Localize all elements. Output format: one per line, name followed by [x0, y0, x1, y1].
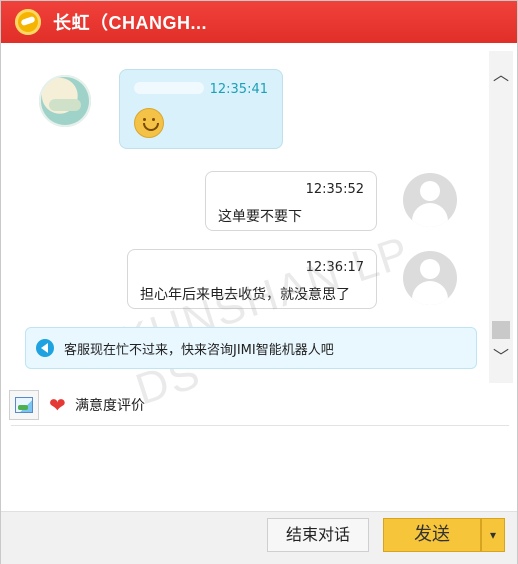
agent-message-bubble: 12:35:41 [119, 69, 283, 149]
title-bar: 长虹（CHANGH... [1, 1, 517, 43]
chat-scrollbar[interactable]: ︿ ﹀ [489, 51, 513, 383]
watermark: KUNSHAN LP DS [114, 227, 416, 415]
satisfaction-rating-link[interactable]: 满意度评价 [75, 395, 145, 415]
send-options-button[interactable]: ▾ [481, 518, 505, 552]
scroll-thumb[interactable] [492, 321, 510, 339]
user-message-bubble: 12:35:52 这单要不要下 [205, 171, 377, 231]
redacted-name [134, 82, 204, 94]
chat-toolbar: ❤ 满意度评价 [9, 389, 509, 421]
scroll-up-button[interactable]: ︿ [489, 63, 513, 87]
send-button[interactable]: 发送 [383, 518, 481, 552]
scroll-down-button[interactable]: ﹀ [489, 345, 513, 369]
heart-icon[interactable]: ❤ [49, 395, 69, 415]
bottom-bar: 结束对话 发送 ▾ [1, 511, 517, 564]
logo-icon [15, 9, 41, 35]
smiley-icon [134, 108, 164, 138]
chat-window: 长虹（CHANGH... 12:35:41 12:35:52 这单要不要下 12… [0, 0, 518, 564]
image-icon [15, 397, 33, 413]
message-input[interactable] [11, 425, 509, 512]
speaker-icon [36, 339, 54, 357]
end-chat-button[interactable]: 结束对话 [267, 518, 369, 552]
chat-history[interactable]: 12:35:41 12:35:52 这单要不要下 12:36:17 担心年后来电… [11, 51, 489, 414]
window-title: 长虹（CHANGH... [53, 13, 207, 33]
message-time: 12:35:52 [305, 182, 364, 197]
agent-avatar [39, 75, 91, 127]
insert-image-button[interactable] [9, 390, 39, 420]
message-time: 12:35:41 [209, 82, 268, 97]
notice-text: 客服现在忙不过来，快来咨询JIMI智能机器人吧 [64, 342, 334, 358]
system-notice: 客服现在忙不过来，快来咨询JIMI智能机器人吧 [25, 327, 477, 369]
message-text: 这单要不要下 [218, 209, 302, 225]
